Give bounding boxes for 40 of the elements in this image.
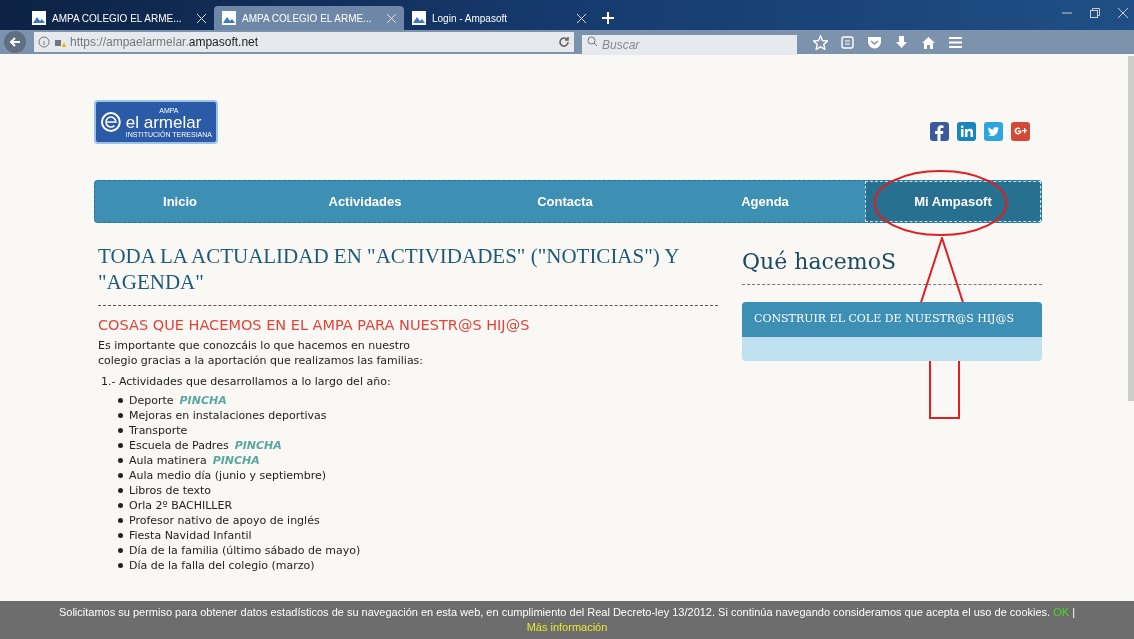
- list-item: Profesor nativo de apoyo de inglés: [129, 513, 320, 528]
- link[interactable]: PINCHA: [179, 393, 227, 408]
- browser-tab[interactable]: AMPA COLEGIO EL ARME...: [214, 6, 404, 30]
- list-heading: 1.- Actividades que desarrollamos a lo largo del año:: [101, 374, 392, 389]
- section-heading: COSAS QUE HACEMOS EN EL AMPA PARA NUESTR@S HIJ@S: [98, 316, 531, 334]
- browser-tab[interactable]: AMPA COLEGIO EL ARME...: [24, 6, 214, 30]
- list-item: Aula medio día (junio y septiembre): [129, 468, 327, 483]
- tab-title: AMPA COLEGIO EL ARME...: [52, 11, 183, 26]
- nav-item[interactable]: Inicio: [95, 181, 265, 222]
- address-bar[interactable]: https://ampaelarmelar.ampasoft.net: [34, 32, 574, 52]
- nav-item[interactable]: Contacta: [465, 181, 665, 222]
- tab-title: Login - Ampasoft: [432, 11, 509, 26]
- list-item: Aula matinera: [129, 453, 207, 468]
- list-item: Mejoras en instalaciones deportivas: [129, 408, 327, 423]
- page-title: TODA LA ACTUALIDAD EN "ACTIVIDADES" ("NOTICIAS") Y "AGENDA": [98, 243, 718, 306]
- separator: |: [1072, 606, 1076, 618]
- list-item: Día de la falla del colegio (marzo): [129, 558, 315, 573]
- ok-link[interactable]: OK: [1053, 605, 1070, 620]
- nav-item[interactable]: Mi Ampasoft: [865, 181, 1041, 222]
- list-item: Deporte: [129, 393, 174, 408]
- search-field[interactable]: Buscar: [582, 35, 797, 55]
- list-item: Escuela de Padres: [129, 438, 229, 453]
- intro-paragraph: Es importante que conozcáis lo que hacemos en nuestro colegio gracias a la aportación que realizamos las familias:: [98, 338, 425, 368]
- logo-name: el armelar: [125, 113, 202, 131]
- url-text: https://ampaelarmelar.ampasoft.net: [70, 34, 259, 51]
- nav-item[interactable]: Actividades: [265, 181, 465, 222]
- list-item: Orla 2º BACHILLER: [129, 498, 233, 513]
- more-info-link[interactable]: Más información: [526, 620, 608, 635]
- panel-header[interactable]: CONSTRUIR EL COLE DE NUESTR@S HIJ@S: [742, 302, 1042, 337]
- list-item: Fiesta Navidad Infantil: [129, 528, 252, 543]
- link[interactable]: PINCHA: [212, 453, 260, 468]
- list-item: Libros de texto: [129, 483, 212, 498]
- list-item: Transporte: [129, 423, 188, 438]
- nav-item[interactable]: Agenda: [665, 181, 865, 222]
- browser-tab[interactable]: Login - Ampasoft: [404, 6, 594, 30]
- tab-title: AMPA COLEGIO EL ARME...: [242, 11, 373, 26]
- list-item: Día de la familia (último sábado de mayo): [129, 543, 361, 558]
- link[interactable]: PINCHA: [234, 438, 282, 453]
- sidebar-title: Qué hacemoS: [742, 245, 1042, 285]
- cookie-message: Solicitamos su permiso para obtener datos estadísticos de su navegación en esta web, en cumplimiento del Real Decreto-ley 13/2012. Si continúa navegando consideramos que acepta el uso de cookies.: [58, 606, 1051, 618]
